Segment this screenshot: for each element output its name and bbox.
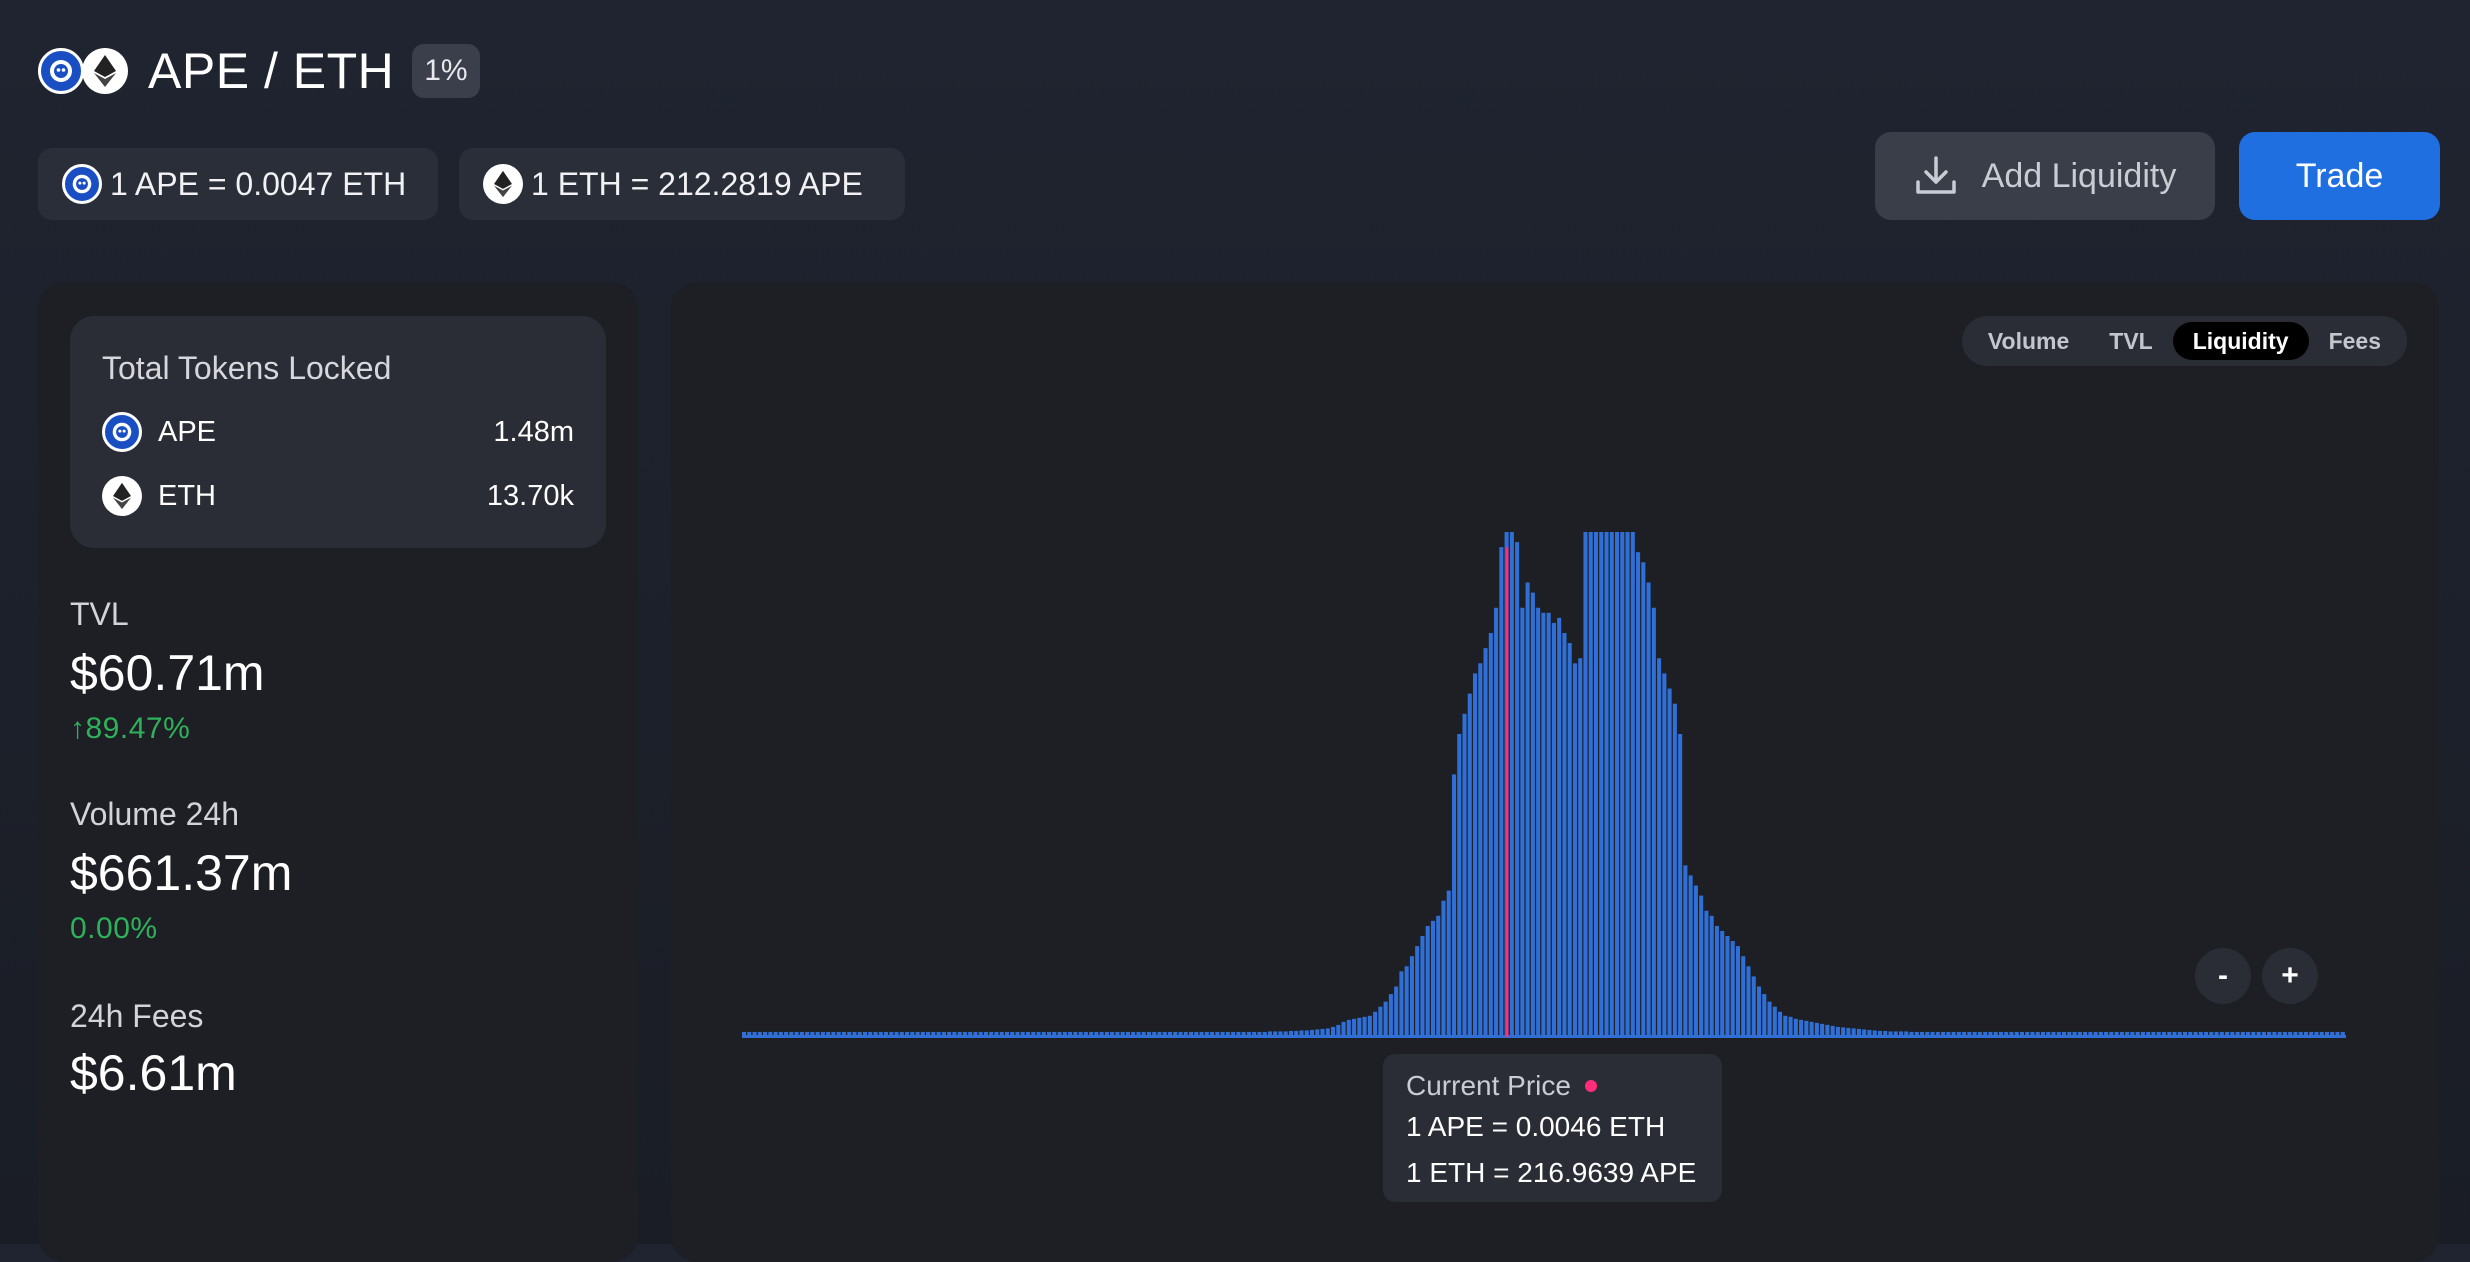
liquidity-bar xyxy=(1667,688,1672,1037)
liquidity-bar xyxy=(1362,1016,1367,1037)
liquidity-bar xyxy=(1662,673,1667,1037)
liquidity-bar xyxy=(1720,930,1725,1037)
liquidity-bar xyxy=(1709,915,1714,1037)
liquidity-bar xyxy=(1415,946,1420,1037)
tooltip-title: Current Price xyxy=(1406,1070,1571,1101)
liquidity-bar xyxy=(1441,900,1446,1037)
liquidity-bar xyxy=(1657,658,1662,1037)
liquidity-bar xyxy=(1714,925,1719,1037)
liquidity-bar xyxy=(1767,1001,1772,1037)
liquidity-bar xyxy=(1457,734,1462,1037)
liquidity-bar xyxy=(1788,1016,1793,1037)
liquidity-bar xyxy=(1352,1018,1357,1037)
liquidity-bar xyxy=(1588,532,1593,1037)
tooltip-line-2: 1 ETH = 216.9639 APE xyxy=(1406,1157,1697,1188)
liquidity-bar xyxy=(1383,1001,1388,1037)
liquidity-bar xyxy=(1562,633,1567,1037)
liquidity-bar xyxy=(1783,1015,1788,1037)
liquidity-bar xyxy=(1473,673,1478,1037)
liquidity-bar xyxy=(1625,532,1630,1037)
liquidity-bar xyxy=(1551,622,1556,1037)
liquidity-bar xyxy=(1404,966,1409,1037)
liquidity-bar xyxy=(1772,1006,1777,1037)
liquidity-bar xyxy=(1567,643,1572,1037)
liquidity-bar xyxy=(1520,607,1525,1037)
liquidity-bar xyxy=(1373,1011,1378,1037)
liquidity-bar xyxy=(1409,956,1414,1037)
liquidity-bar xyxy=(1546,612,1551,1037)
liquidity-bar xyxy=(1699,895,1704,1037)
liquidity-bar xyxy=(1615,532,1620,1037)
liquidity-bar xyxy=(1599,532,1604,1037)
liquidity-bar xyxy=(1425,925,1430,1037)
liquidity-bar xyxy=(1451,774,1457,1037)
liquidity-bar xyxy=(1536,607,1541,1037)
liquidity-bar xyxy=(1630,532,1635,1037)
liquidity-bar xyxy=(1799,1019,1804,1037)
liquidity-bar xyxy=(1778,1011,1783,1037)
liquidity-bar xyxy=(1704,910,1709,1037)
liquidity-bar xyxy=(1430,920,1435,1037)
liquidity-bar xyxy=(1593,532,1599,1037)
current-price-tooltip: Current Price 1 APE = 0.0046 ETH 1 ETH =… xyxy=(1383,1054,1722,1202)
liquidity-bar xyxy=(1499,547,1504,1037)
liquidity-bar xyxy=(1741,956,1746,1037)
liquidity-bar xyxy=(1467,693,1472,1037)
liquidity-bar xyxy=(1530,592,1535,1037)
liquidity-chart xyxy=(742,532,2346,1038)
liquidity-bar xyxy=(1525,582,1530,1037)
liquidity-bar xyxy=(1609,532,1614,1037)
liquidity-bar xyxy=(1483,648,1488,1037)
current-price-dot-icon xyxy=(1584,1080,1597,1092)
liquidity-bar xyxy=(1672,703,1677,1037)
liquidity-bar xyxy=(1809,1021,1814,1037)
liquidity-bar xyxy=(1730,941,1735,1037)
liquidity-bar xyxy=(1793,1018,1798,1037)
liquidity-bar xyxy=(1762,994,1767,1038)
liquidity-bar xyxy=(1746,966,1751,1037)
liquidity-bar xyxy=(1735,946,1741,1037)
liquidity-bar xyxy=(1751,976,1756,1037)
liquidity-bar xyxy=(1688,875,1693,1037)
liquidity-bar xyxy=(1651,607,1656,1037)
liquidity-bar xyxy=(1388,994,1393,1038)
liquidity-bar xyxy=(1494,607,1499,1037)
liquidity-bar xyxy=(1683,865,1688,1037)
liquidity-bar xyxy=(1557,617,1562,1037)
liquidity-bar xyxy=(1604,532,1609,1037)
chart-baseline xyxy=(742,1035,2346,1038)
liquidity-bar xyxy=(1378,1006,1383,1037)
liquidity-bar xyxy=(1446,890,1451,1037)
liquidity-bar xyxy=(1436,915,1441,1037)
tooltip-line-1: 1 APE = 0.0046 ETH xyxy=(1406,1111,1666,1142)
liquidity-bar xyxy=(1756,986,1762,1037)
liquidity-bar xyxy=(1646,582,1651,1037)
liquidity-bar xyxy=(1578,658,1583,1037)
liquidity-bar xyxy=(1478,663,1483,1037)
liquidity-bar xyxy=(1515,542,1520,1037)
liquidity-bar xyxy=(1583,532,1588,1037)
liquidity-bar xyxy=(1488,633,1493,1037)
tooltip-title-row: Current Price xyxy=(1406,1068,1699,1104)
liquidity-bar xyxy=(1804,1020,1809,1037)
liquidity-bar xyxy=(1399,971,1404,1037)
liquidity-bar xyxy=(1509,532,1514,1037)
liquidity-bar xyxy=(1462,713,1467,1037)
liquidity-bar xyxy=(1636,552,1641,1037)
liquidity-bar xyxy=(1814,1022,1819,1037)
liquidity-bar xyxy=(1541,612,1546,1037)
liquidity-bar xyxy=(1394,986,1399,1037)
liquidity-bar xyxy=(1641,562,1646,1037)
liquidity-bar xyxy=(1420,936,1425,1037)
liquidity-bar xyxy=(1341,1021,1346,1037)
liquidity-bar xyxy=(1572,663,1577,1037)
liquidity-bar xyxy=(1725,936,1730,1037)
liquidity-bar xyxy=(1357,1017,1362,1037)
liquidity-bar xyxy=(1346,1019,1351,1037)
liquidity-bar xyxy=(1693,885,1698,1037)
liquidity-bar xyxy=(1620,532,1625,1037)
liquidity-bar xyxy=(1367,1015,1372,1037)
liquidity-bar xyxy=(1678,734,1683,1037)
